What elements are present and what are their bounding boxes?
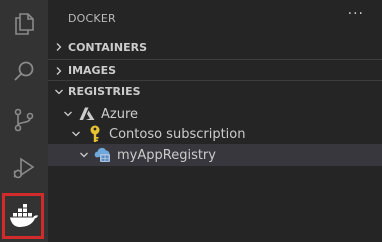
sidebar-title: DOCKER	[68, 12, 116, 25]
section-images[interactable]: IMAGES	[48, 59, 382, 81]
chevron-right-icon	[51, 66, 67, 76]
chevron-down-icon	[60, 109, 76, 119]
azure-icon	[78, 105, 96, 123]
chevron-down-icon	[76, 150, 92, 160]
source-control-icon	[11, 107, 37, 133]
tree-item-label: myAppRegistry	[117, 147, 216, 163]
section-label: IMAGES	[68, 64, 117, 77]
key-icon	[86, 125, 104, 143]
container-registry-icon	[94, 146, 112, 164]
section-label: CONTAINERS	[68, 40, 147, 54]
search-button[interactable]	[0, 48, 48, 96]
run-debug-icon	[11, 155, 37, 181]
section-registries[interactable]: REGISTRIES	[48, 80, 382, 102]
tree-item-contoso-subscription[interactable]: Contoso subscription	[48, 123, 382, 145]
run-debug-button[interactable]	[0, 144, 48, 192]
search-icon	[11, 59, 37, 85]
more-actions-button[interactable]: ···	[348, 6, 364, 22]
chevron-right-icon	[51, 42, 67, 52]
section-label: REGISTRIES	[68, 85, 141, 98]
tree-item-myappregistry[interactable]: myAppRegistry	[48, 144, 382, 166]
chevron-down-icon	[51, 87, 67, 97]
files-icon	[11, 11, 37, 37]
explorer-button[interactable]	[0, 0, 48, 48]
tree-item-label: Contoso subscription	[109, 126, 246, 142]
activity-bar	[0, 0, 48, 242]
source-control-button[interactable]	[0, 96, 48, 144]
section-containers[interactable]: CONTAINERS	[48, 36, 382, 58]
docker-highlight-box	[2, 193, 44, 239]
chevron-down-icon	[68, 129, 84, 139]
tree-item-label: Azure	[101, 106, 139, 122]
tree-item-azure[interactable]: Azure	[48, 103, 382, 125]
docker-sidebar: DOCKER ··· CONTAINERS IMAGES REGISTRIES …	[48, 0, 382, 242]
